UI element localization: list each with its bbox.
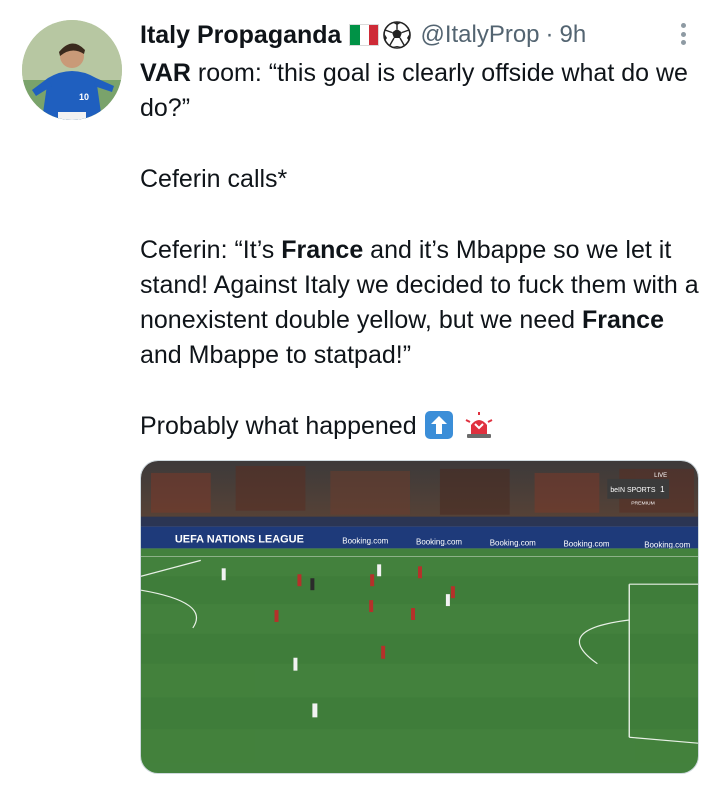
display-name[interactable]: Italy Propaganda (140, 21, 341, 50)
paragraph-3-text-a: Ceferin: “It’s (140, 236, 282, 264)
italy-flag-icon (349, 24, 380, 46)
bold-france-2: France (581, 306, 664, 334)
tweet-text: VAR room: “this goal is clearly offside … (140, 56, 708, 444)
tweet-paragraph-3: Ceferin: “It’s France and it’s Mbappe so… (140, 233, 708, 373)
channel-number: 1 (660, 485, 665, 494)
ad-board-text: UEFA NATIONS LEAGUE (175, 533, 304, 545)
soccer-ball-icon (382, 20, 412, 50)
sponsor-text-1: Booking.com (342, 536, 388, 545)
separator-dot: · (545, 21, 554, 48)
up-arrow-icon (424, 411, 453, 439)
paragraph-4-text: Probably what happened (140, 412, 417, 440)
sponsor-text-5: Booking.com (644, 540, 690, 549)
football-pitch-image: UEFA NATIONS LEAGUE Booking.com Booking.… (141, 461, 698, 773)
sponsor-text-3: Booking.com (490, 538, 536, 547)
bold-var: VAR (140, 59, 191, 87)
sponsor-text-2: Booking.com (416, 537, 462, 546)
tweet-paragraph-4: Probably what happened (140, 409, 708, 444)
tweet-paragraph-1: VAR room: “this goal is clearly offside … (140, 56, 708, 126)
svg-text:10: 10 (79, 92, 89, 102)
siren-icon (463, 411, 495, 439)
live-label: LIVE (654, 473, 667, 479)
paragraph-1-text: room: “this goal is clearly offside what… (140, 59, 688, 122)
premium-label: PREMIUM (631, 501, 655, 507)
broadcaster-logo: beIN SPORTS (610, 487, 656, 494)
sponsor-text-4: Booking.com (563, 539, 609, 548)
bold-france-1: France (281, 236, 364, 264)
paragraph-3-text-e: and Mbappe to statpad!” (140, 341, 412, 369)
user-handle[interactable]: @ItalyProp (420, 21, 539, 49)
tweet-media-image[interactable]: UEFA NATIONS LEAGUE Booking.com Booking.… (140, 460, 699, 774)
tweet-card[interactable]: 10 Italy Propaganda @ItalyProp · 9h VAR … (0, 0, 720, 790)
avatar-image: 10 (22, 20, 122, 120)
avatar[interactable]: 10 (22, 20, 122, 120)
more-options-icon[interactable] (676, 18, 690, 50)
tweet-header: Italy Propaganda @ItalyProp · 9h (140, 18, 586, 52)
timestamp[interactable]: 9h (560, 21, 587, 49)
tweet-paragraph-2: Ceferin calls* (140, 165, 288, 193)
